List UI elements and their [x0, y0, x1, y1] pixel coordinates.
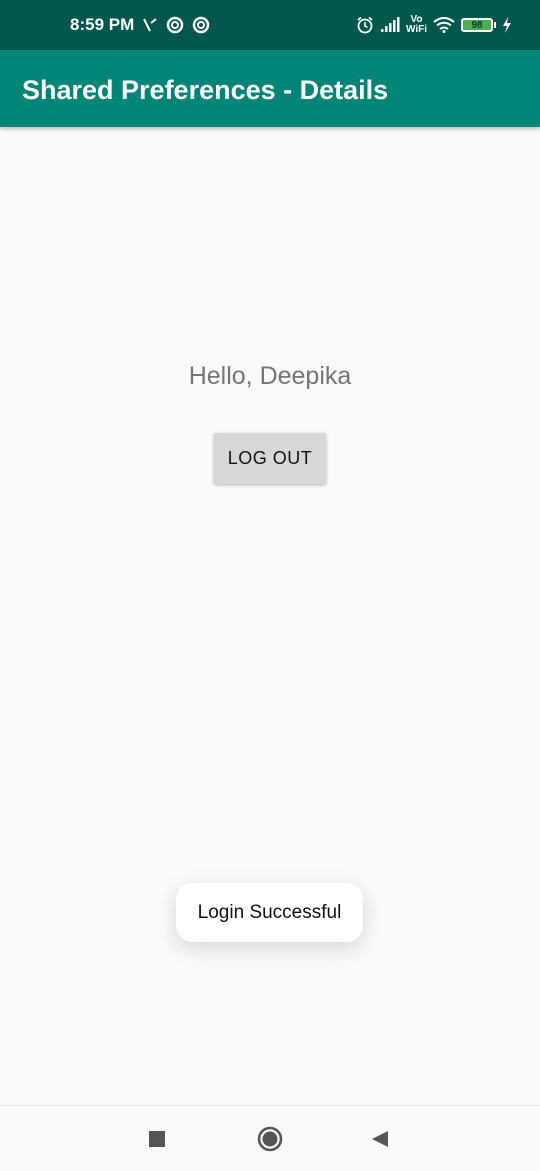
greeting-text: Hello, Deepika	[188, 362, 352, 390]
vowifi-bottom-text: WiFi	[405, 24, 427, 35]
status-right: Vo WiFi 98	[356, 0, 512, 50]
toast-text: Login Successful	[197, 901, 342, 923]
signal-slash-icon	[142, 17, 158, 33]
status-time: 8:59 PM	[70, 15, 135, 34]
battery-body: 98	[461, 18, 493, 32]
charging-bolt-icon	[502, 17, 512, 33]
wifi-icon	[433, 17, 455, 33]
home-button[interactable]	[240, 1106, 300, 1171]
app-notification-icon	[166, 16, 184, 34]
app-bar: Shared Preferences - Details	[0, 50, 540, 127]
back-button[interactable]	[350, 1106, 410, 1171]
page-title: Shared Preferences - Details	[22, 75, 389, 105]
cell-signal-icon	[380, 17, 400, 33]
alarm-icon	[356, 16, 374, 34]
recents-button[interactable]	[127, 1106, 187, 1171]
battery-level: 98	[471, 19, 483, 31]
app-notification-icon	[192, 16, 210, 34]
battery-tip	[494, 22, 496, 28]
battery-icon: 98	[461, 18, 496, 32]
status-left: 8:59 PM	[70, 0, 210, 50]
toast-message: Login Successful	[176, 883, 363, 942]
status-bar: 8:59 PM Vo WiFi 98	[0, 0, 540, 50]
recents-square-icon	[149, 1130, 165, 1147]
home-circle-icon	[257, 1126, 283, 1152]
back-triangle-icon	[371, 1130, 389, 1148]
logout-button[interactable]: LOG OUT	[214, 433, 326, 484]
navigation-bar	[0, 1105, 540, 1171]
vowifi-icon: Vo WiFi	[406, 15, 427, 35]
